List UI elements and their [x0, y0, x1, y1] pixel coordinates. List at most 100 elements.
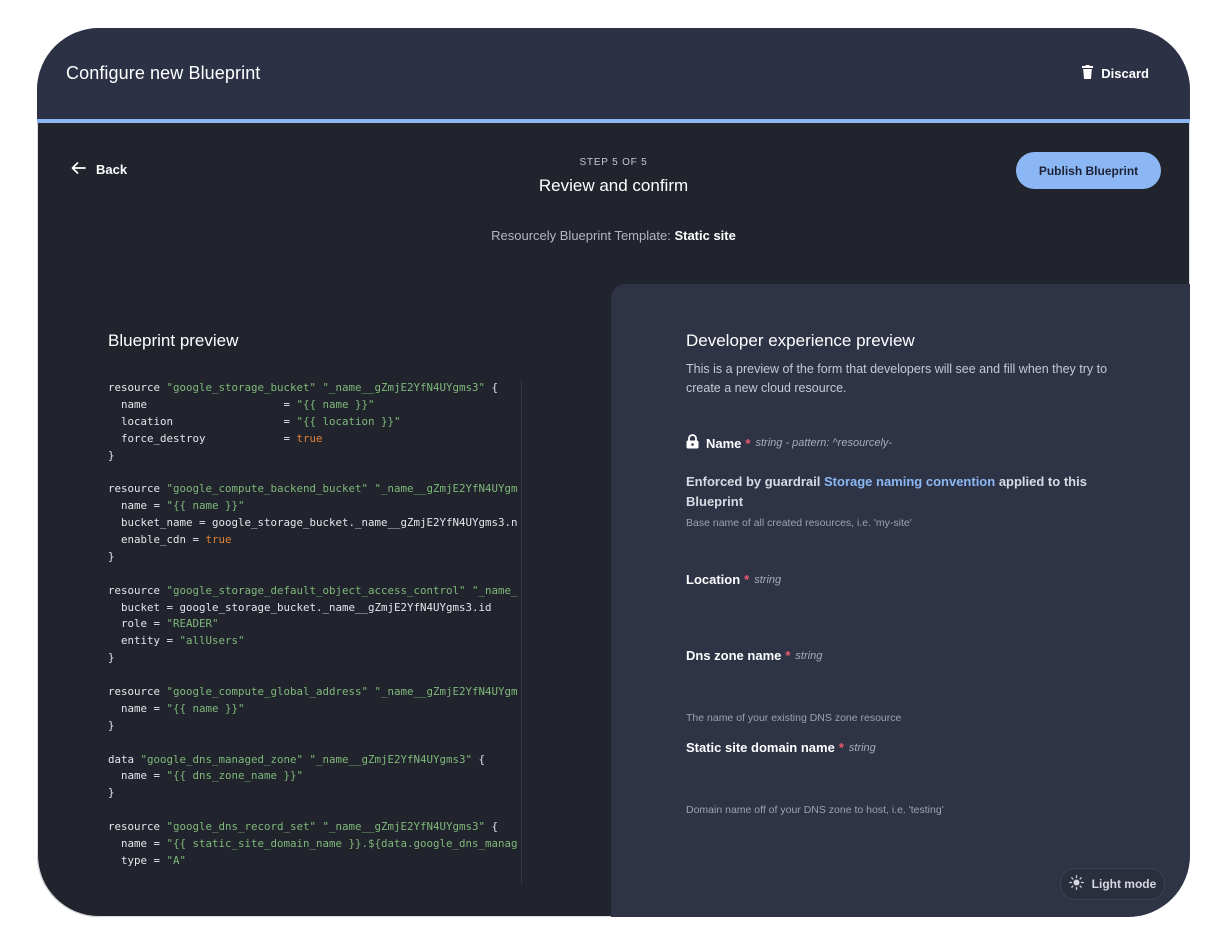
code-token: name = [108, 769, 167, 783]
code-token: "allUsers" [179, 634, 245, 648]
progress-bar [37, 119, 1190, 123]
field-name-text: Name [706, 435, 742, 451]
code-token: data [108, 752, 141, 766]
field-name-help: Base name of all created resources, i.e.… [686, 517, 912, 529]
developer-preview-description: This is a preview of the form that devel… [686, 362, 1108, 395]
page-title: Configure new Blueprint [66, 63, 261, 83]
step-title: Review and confirm [538, 176, 689, 195]
code-token: resource [108, 482, 167, 496]
code-line: name = "{{ name }}" [108, 498, 521, 515]
code-token: "google_compute_global_address" "_name__… [166, 685, 518, 699]
field-location-text: Location [686, 572, 741, 587]
code-token: { [485, 381, 499, 394]
code-line: resource "google_compute_global_address"… [108, 684, 521, 701]
code-token: "{{ static_site_domain_name }}.${data.go… [166, 837, 518, 851]
code-token: bucket = google_storage_bucket._name__gZ… [108, 600, 492, 614]
sun-icon [1068, 875, 1084, 893]
publish-blueprint-button[interactable]: Publish Blueprint [1016, 152, 1161, 189]
code-token: name = [108, 397, 297, 411]
code-token: name = [108, 499, 167, 513]
discard-button[interactable]: Discard [1082, 65, 1149, 82]
light-mode-toggle[interactable]: Light mode [1060, 868, 1165, 900]
code-token: resource [108, 685, 167, 699]
code-token: "A" [166, 853, 187, 867]
code-token: force_destroy = [108, 431, 297, 445]
code-token: "{{ location }}" [296, 414, 401, 428]
field-dns-zone-text: Dns zone name [686, 648, 782, 663]
field-dns-zone-help: The name of your existing DNS zone resou… [686, 712, 902, 724]
code-token: name = [108, 837, 167, 851]
code-token: bucket_name = google_storage_bucket._nam… [108, 516, 518, 530]
field-name-type: string - pattern: ^resourcely- [755, 437, 893, 449]
required-mark: * [744, 572, 750, 587]
code-token: "google_compute_backend_bucket" "_name__… [166, 482, 518, 496]
code-token: true [296, 431, 323, 445]
field-name-label: Name * string - pattern: ^resourcely- [686, 434, 892, 452]
code-token: resource [108, 381, 167, 394]
code-token: } [108, 549, 115, 563]
code-line: enable_cdn = true [108, 532, 521, 549]
code-line: resource "google_compute_backend_bucket"… [108, 481, 521, 498]
required-mark: * [745, 435, 751, 451]
blueprint-preview-heading: Blueprint preview [108, 331, 239, 350]
code-line: resource "google_dns_record_set" "_name_… [108, 819, 521, 836]
field-location-label: Location * string [686, 572, 781, 587]
code-token: "READER" [166, 617, 219, 631]
code-line: force_destroy = true [108, 431, 521, 448]
field-dns-zone-label: Dns zone name * string [686, 648, 822, 663]
code-line: role = "READER" [108, 616, 521, 633]
code-line: entity = "allUsers" [108, 633, 521, 650]
code-line: resource "google_storage_bucket" "_name_… [108, 380, 521, 397]
code-line: data "google_dns_managed_zone" "_name__g… [108, 752, 521, 769]
code-token: "google_storage_default_object_access_co… [166, 583, 518, 597]
field-domain-help: Domain name off of your DNS zone to host… [686, 804, 944, 816]
code-line: name = "{{ dns_zone_name }}" [108, 768, 521, 785]
code-line: } [108, 718, 521, 735]
code-token: entity = [108, 634, 180, 648]
field-domain-text: Static site domain name [686, 740, 835, 755]
code-line: } [108, 549, 521, 566]
template-name: Static site [674, 228, 736, 243]
top-bar: Configure new Blueprint Discard [37, 28, 1190, 119]
code-line: bucket_name = google_storage_bucket._nam… [108, 515, 521, 532]
developer-preview-panel: Developer experience preview This is a p… [611, 284, 1190, 917]
field-domain-label: Static site domain name * string [686, 740, 876, 755]
code-token: location = [108, 414, 297, 428]
required-mark: * [785, 648, 791, 663]
code-token: "{{ dns_zone_name }}" [166, 769, 304, 783]
code-token: } [108, 448, 115, 462]
code-token: type = [108, 853, 167, 867]
code-token: "google_storage_bucket" "_name__gZmjE2Yf… [166, 381, 486, 394]
code-token: name = [108, 701, 167, 715]
code-line: name = "{{ name }}" [108, 701, 521, 718]
app-window: Configure new Blueprint Discard Back STE… [37, 28, 1190, 917]
trash-icon [1082, 65, 1094, 82]
discard-label: Discard [1101, 66, 1149, 81]
code-line: type = "A" [108, 853, 521, 870]
field-dns-zone-type: string [795, 649, 823, 662]
template-info: Resourcely Blueprint Template: Static si… [37, 228, 1190, 243]
code-token: "{{ name }}" [166, 701, 245, 715]
code-line: } [108, 785, 521, 802]
field-domain-type: string [848, 741, 876, 754]
guardrail-link[interactable]: Storage naming convention [824, 474, 995, 489]
code-token: } [108, 718, 115, 732]
template-prefix: Resourcely Blueprint Template: [491, 228, 671, 243]
code-line: resource "google_storage_default_object_… [108, 583, 521, 600]
guardrail-notice: Enforced by guardrail Storage naming con… [686, 472, 1126, 512]
code-token: } [108, 651, 115, 665]
code-block: resource "google_storage_bucket" "_name_… [108, 380, 522, 885]
code-token: resource [108, 820, 167, 834]
code-line: name = "{{ static_site_domain_name }}.${… [108, 836, 521, 853]
developer-preview-heading: Developer experience preview [686, 331, 915, 350]
code-token: "google_dns_record_set" "_name__gZmjE2Yf… [166, 820, 486, 834]
code-token: true [205, 533, 232, 547]
code-token: enable_cdn = [108, 533, 206, 547]
guardrail-prefix: Enforced by guardrail [686, 474, 821, 489]
code-token: "{{ name }}" [166, 499, 245, 513]
code-token: resource [108, 583, 167, 597]
